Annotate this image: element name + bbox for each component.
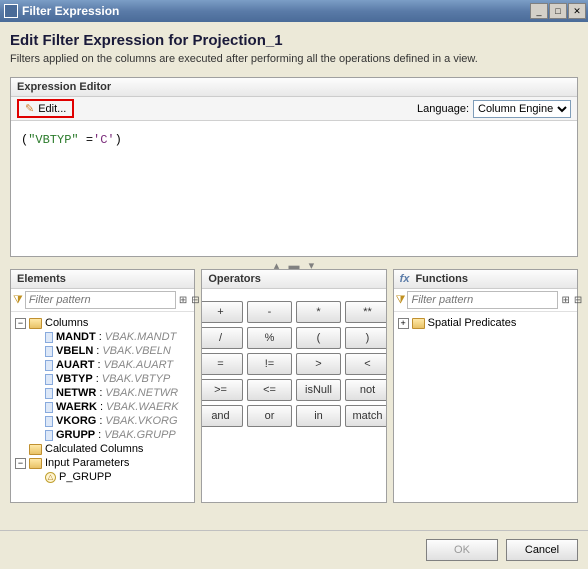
operator-button[interactable]: not (345, 379, 386, 401)
operator-button[interactable]: ) (345, 327, 386, 349)
operator-button[interactable]: + (202, 301, 243, 323)
expand-all-button[interactable]: ⊞ (178, 292, 188, 308)
tree-item-column[interactable]: NETWR: VBAK.NETWR (13, 386, 192, 400)
operator-button[interactable]: ( (296, 327, 341, 349)
operator-button[interactable]: = (202, 353, 243, 375)
operator-button[interactable]: isNull (296, 379, 341, 401)
window-title: Filter Expression (22, 4, 530, 18)
folder-icon (29, 458, 42, 469)
tree-item-column[interactable]: AUART: VBAK.AUART (13, 358, 192, 372)
page-subtitle: Filters applied on the columns are execu… (10, 53, 578, 65)
tree-item-column[interactable]: WAERK: VBAK.WAERK (13, 400, 192, 414)
page-title: Edit Filter Expression for Projection_1 (10, 32, 578, 49)
language-select[interactable]: Column Engine (473, 100, 571, 118)
collapse-all-button[interactable]: ⊟ (190, 292, 200, 308)
folder-icon (29, 444, 42, 455)
operator-button[interactable]: - (247, 301, 292, 323)
column-icon (45, 360, 53, 371)
column-icon (45, 416, 53, 427)
tree-node-columns[interactable]: − Columns (13, 316, 192, 330)
folder-icon (412, 318, 425, 329)
tree-node-calc-columns[interactable]: Calculated Columns (13, 442, 192, 456)
column-icon (45, 374, 53, 385)
tree-node-input-params[interactable]: − Input Parameters (13, 456, 192, 470)
functions-header: fx Functions (394, 270, 577, 289)
column-icon (45, 332, 53, 343)
toggle-icon[interactable]: − (15, 458, 26, 469)
column-icon (45, 388, 53, 399)
operator-button[interactable]: match (345, 405, 386, 427)
tree-item-column[interactable]: MANDT: VBAK.MANDT (13, 330, 192, 344)
ok-button[interactable]: OK (426, 539, 498, 561)
folder-icon (29, 318, 42, 329)
elements-header: Elements (11, 270, 194, 289)
window-titlebar: Filter Expression _ □ ✕ (0, 0, 588, 22)
operator-button[interactable]: > (296, 353, 341, 375)
toggle-icon[interactable]: + (398, 318, 409, 329)
minimize-button[interactable]: _ (530, 3, 548, 19)
column-icon (45, 346, 53, 357)
elements-filter-input[interactable] (25, 291, 176, 309)
operator-button[interactable]: / (202, 327, 243, 349)
operator-button[interactable]: < (345, 353, 386, 375)
operators-header: Operators (202, 270, 385, 289)
filter-icon: ⧩ (13, 294, 23, 307)
column-icon (45, 402, 53, 413)
tree-item-param[interactable]: △ P_GRUPP (13, 470, 192, 484)
operator-button[interactable]: and (202, 405, 243, 427)
elements-panel: Elements ⧩ ⊞ ⊟ − Columns MANDT: VBAK.MAN… (10, 269, 195, 503)
tree-node-function-category[interactable]: + Spatial Predicates (396, 316, 575, 330)
expression-textarea[interactable]: ("VBTYP" ='C') (11, 121, 577, 256)
expression-editor-header: Expression Editor (11, 78, 577, 97)
collapse-all-button[interactable]: ⊟ (573, 292, 583, 308)
operator-button[interactable]: * (296, 301, 341, 323)
operator-button[interactable]: % (247, 327, 292, 349)
tree-item-column[interactable]: VBELN: VBAK.VBELN (13, 344, 192, 358)
column-icon (45, 430, 53, 441)
toggle-icon[interactable]: − (15, 318, 26, 329)
operator-button[interactable]: <= (247, 379, 292, 401)
functions-panel: fx Functions ⧩ ⊞ ⊟ + Spatial Predicates (393, 269, 578, 503)
operators-panel: Operators +-***/%()=!=><>=<=isNullnotand… (201, 269, 386, 503)
horizontal-splitter[interactable]: ▴ ▬ ▾ (10, 261, 578, 269)
param-icon: △ (45, 472, 56, 483)
operator-button[interactable]: or (247, 405, 292, 427)
edit-button-label: Edit... (38, 103, 66, 115)
pencil-icon: ✎ (25, 102, 34, 115)
maximize-button[interactable]: □ (549, 3, 567, 19)
expression-editor-panel: Expression Editor ✎ Edit... Language: Co… (10, 77, 578, 257)
operator-button[interactable]: ** (345, 301, 386, 323)
cancel-button[interactable]: Cancel (506, 539, 578, 561)
expand-all-button[interactable]: ⊞ (560, 292, 570, 308)
fx-icon: fx (400, 273, 410, 285)
functions-filter-input[interactable] (407, 291, 558, 309)
tree-item-column[interactable]: VKORG: VBAK.VKORG (13, 414, 192, 428)
filter-icon: ⧩ (396, 294, 406, 307)
operator-button[interactable]: >= (202, 379, 243, 401)
operator-button[interactable]: in (296, 405, 341, 427)
language-label: Language: (417, 103, 469, 115)
operator-button[interactable]: != (247, 353, 292, 375)
tree-item-column[interactable]: GRUPP: VBAK.GRUPP (13, 428, 192, 442)
edit-button[interactable]: ✎ Edit... (21, 101, 70, 116)
dialog-footer: OK Cancel (0, 530, 588, 569)
close-button[interactable]: ✕ (568, 3, 586, 19)
tree-item-column[interactable]: VBTYP: VBAK.VBTYP (13, 372, 192, 386)
app-icon (4, 4, 18, 18)
